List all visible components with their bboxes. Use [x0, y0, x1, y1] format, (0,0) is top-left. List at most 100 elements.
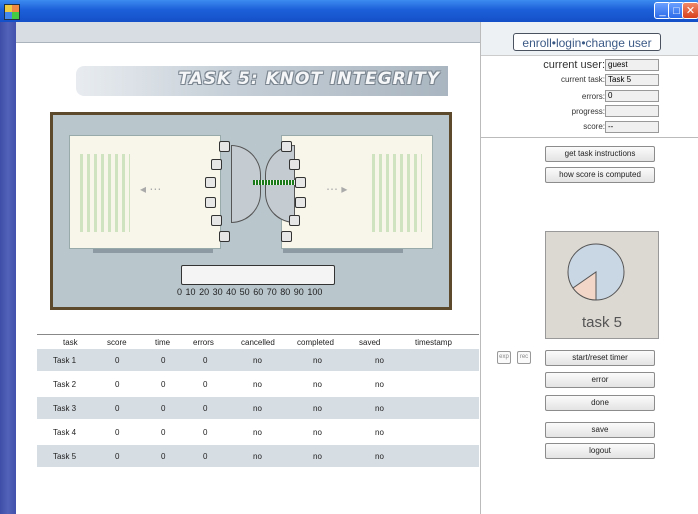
table-cell: 0 [161, 356, 166, 365]
right-panel: enroll•login•change user current user: g… [480, 22, 698, 514]
task-banner: TASK 5: KNOT INTEGRITY [76, 66, 448, 96]
progress-field [605, 105, 659, 117]
cog-icon[interactable] [289, 215, 300, 226]
column-header: score [107, 338, 127, 347]
task-title: TASK 5: KNOT INTEGRITY [178, 69, 440, 89]
table-cell: Task 4 [53, 428, 77, 437]
table-cell: 0 [203, 428, 208, 437]
table-row: Task 1 0 0 0 no no no [37, 349, 479, 371]
current-task-field: Task 5 [605, 74, 659, 86]
table-cell: 0 [161, 428, 166, 437]
cog-icon[interactable] [295, 177, 306, 188]
cog-icon[interactable] [219, 231, 230, 242]
table-cell: 0 [203, 452, 208, 461]
table-cell: 0 [115, 452, 120, 461]
table-row: Task 2 0 0 0 no no no [37, 373, 479, 395]
column-header: timestamp [415, 338, 452, 347]
left-panel: ◂ ⋯ [69, 135, 221, 249]
table-cell: Task 1 [53, 356, 77, 365]
column-header: completed [297, 338, 334, 347]
knot-rope[interactable] [253, 180, 295, 185]
scale-label: 100 [307, 287, 323, 297]
table-cell: 0 [203, 380, 208, 389]
scale-label: 20 [199, 287, 210, 297]
cog-icon[interactable] [211, 159, 222, 170]
task-card-label: task 5 [581, 314, 623, 331]
table-cell: 0 [161, 380, 166, 389]
progress-label: progress: [571, 107, 605, 116]
column-header: task [63, 338, 78, 347]
errors-label: errors: [581, 92, 605, 101]
table-cell: 0 [161, 404, 166, 413]
right-arrow-icon: ⋯ ▸ [326, 182, 348, 196]
results-table: task score time errors cancelled complet… [37, 334, 479, 469]
right-panel-grid [372, 154, 422, 232]
current-user-field: guest [605, 59, 659, 71]
how-score-button[interactable]: how score is computed [545, 167, 655, 183]
close-icon[interactable]: ✕ [682, 2, 698, 19]
left-arrow-icon: ◂ ⋯ [140, 182, 162, 196]
task-progress-card: task 5 [545, 231, 659, 339]
table-cell: no [375, 428, 384, 437]
user-menu-bar: enroll•login•change user [481, 22, 698, 56]
table-cell: no [313, 380, 322, 389]
table-cell: no [253, 404, 262, 413]
scale-label: 50 [239, 287, 250, 297]
table-cell: no [253, 356, 262, 365]
errors-field: 0 [605, 90, 659, 102]
table-cell: no [313, 404, 322, 413]
window-titlebar: _ □ ✕ [0, 0, 698, 22]
top-strip [16, 22, 480, 43]
table-cell: no [375, 380, 384, 389]
table-cell: 0 [115, 428, 120, 437]
table-cell: Task 2 [53, 380, 77, 389]
table-row: Task 3 0 0 0 no no no [37, 397, 479, 419]
table-cell: no [253, 452, 262, 461]
logout-button[interactable]: logout [545, 443, 655, 459]
enroll-link[interactable]: enroll [522, 36, 551, 50]
table-cell: no [375, 452, 384, 461]
knot-game-area[interactable]: ◂ ⋯ ⋯ ▸ 0 10 20 30 40 50 60 70 80 90 100 [50, 112, 452, 310]
table-cell: 0 [115, 380, 120, 389]
cog-icon[interactable] [289, 159, 300, 170]
cog-icon[interactable] [281, 141, 292, 152]
scale-label: 90 [293, 287, 304, 297]
app-icon[interactable] [4, 4, 20, 20]
table-row: Task 5 0 0 0 no no no [37, 445, 479, 467]
rec-button[interactable]: rec [517, 351, 531, 364]
score-label: score: [583, 122, 605, 131]
scale-label: 0 [177, 287, 183, 297]
table-body: Task 1 0 0 0 no no no Task 2 0 0 0 no no no Task 3 0 0 0 n… [37, 349, 479, 467]
table-cell: 0 [203, 404, 208, 413]
column-header: saved [359, 338, 381, 347]
table-cell: no [375, 356, 384, 365]
cog-icon[interactable] [205, 197, 216, 208]
save-button[interactable]: save [545, 422, 655, 438]
cog-icon[interactable] [219, 141, 230, 152]
score-field: -- [605, 121, 659, 133]
start-reset-timer-button[interactable]: start/reset timer [545, 350, 655, 366]
exp-button[interactable]: exp [497, 351, 511, 364]
error-button[interactable]: error [545, 372, 655, 388]
get-instructions-button[interactable]: get task instructions [545, 146, 655, 162]
column-header: cancelled [241, 338, 275, 347]
table-cell: 0 [161, 452, 166, 461]
cog-icon[interactable] [295, 197, 306, 208]
table-cell: no [313, 452, 322, 461]
table-cell: Task 5 [53, 452, 77, 461]
cog-icon[interactable] [281, 231, 292, 242]
right-panel: ⋯ ▸ [281, 135, 433, 249]
cog-icon[interactable] [205, 177, 216, 188]
current-task-label: current task: [560, 75, 605, 84]
table-row: Task 4 0 0 0 no no no [37, 421, 479, 443]
table-cell: no [313, 356, 322, 365]
table-cell: 0 [115, 404, 120, 413]
done-button[interactable]: done [545, 395, 655, 411]
table-cell: no [313, 428, 322, 437]
knot-progress-bar [181, 265, 335, 285]
progress-scale: 0 10 20 30 40 50 60 70 80 90 100 [177, 287, 322, 297]
cog-icon[interactable] [211, 215, 222, 226]
login-link[interactable]: login [556, 36, 581, 50]
change-user-link[interactable]: change user [586, 36, 652, 50]
scale-label: 60 [253, 287, 264, 297]
